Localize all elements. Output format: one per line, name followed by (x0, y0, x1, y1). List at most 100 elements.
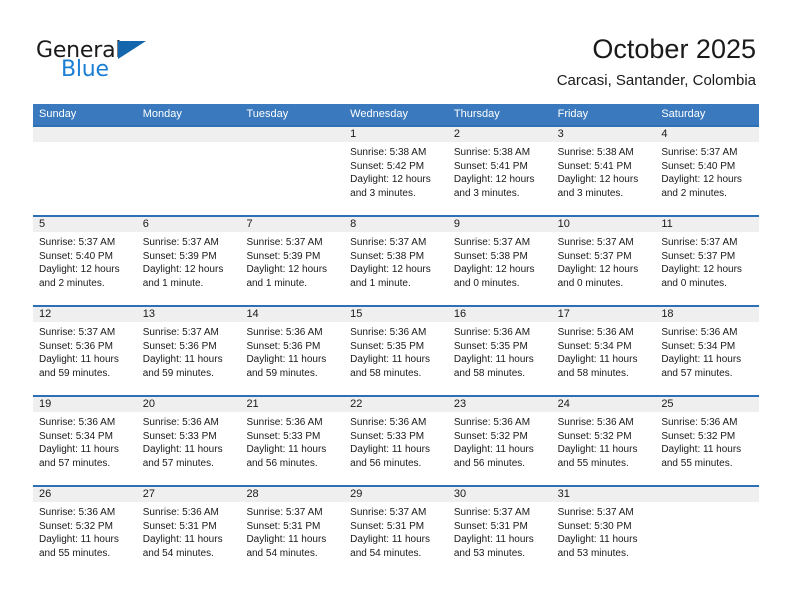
calendar-day-cell[interactable]: 7 Sunrise: 5:37 AM Sunset: 5:39 PM Daylight… (240, 217, 345, 305)
daylight-text-line1: Daylight: 12 hours (142, 264, 224, 276)
sunset-text: Sunset: 5:32 PM (661, 430, 736, 442)
calendar-day-cell[interactable]: 29 Sunrise: 5:37 AM Sunset: 5:31 PM Dayligh… (344, 487, 448, 575)
day-info: Sunrise: 5:36 AM Sunset: 5:33 PM Daylight:… (240, 412, 344, 470)
day-number: 13 (136, 307, 241, 322)
calendar-day-cell[interactable]: 27 Sunrise: 5:36 AM Sunset: 5:31 PM Dayligh… (136, 487, 241, 575)
calendar-day-cell[interactable]: 9 Sunrise: 5:37 AM Sunset: 5:38 PM Daylight… (447, 217, 552, 305)
calendar-day-cell[interactable]: 3 Sunrise: 5:38 AM Sunset: 5:41 PM Daylight… (551, 127, 656, 215)
calendar-day-cell[interactable]: 10 Sunrise: 5:37 AM Sunset: 5:37 PM Dayligh… (551, 217, 656, 305)
calendar-day-cell[interactable]: 20 Sunrise: 5:36 AM Sunset: 5:33 PM Dayligh… (136, 397, 241, 485)
sunrise-text: Sunrise: 5:37 AM (39, 327, 116, 338)
calendar-day-cell[interactable] (240, 127, 345, 215)
daylight-text-line1: Daylight: 11 hours (557, 444, 638, 456)
calendar-week-row: 12 Sunrise: 5:37 AM Sunset: 5:36 PM Dayligh… (33, 305, 760, 395)
day-number: 24 (551, 397, 656, 412)
daylight-text-line2: and 54 minutes. (246, 547, 318, 559)
calendar-day-cell[interactable] (33, 127, 137, 215)
calendar-week-row: 1 Sunrise: 5:38 AM Sunset: 5:42 PM Daylight… (33, 125, 760, 215)
sunrise-text: Sunrise: 5:37 AM (246, 507, 323, 518)
daylight-text-line1: Daylight: 11 hours (453, 444, 534, 456)
logo-triangle-icon (118, 41, 146, 59)
day-number (33, 127, 137, 142)
calendar-day-cell[interactable]: 23 Sunrise: 5:36 AM Sunset: 5:32 PM Dayligh… (447, 397, 552, 485)
daylight-text-line2: and 3 minutes. (453, 187, 520, 199)
sunset-text: Sunset: 5:33 PM (246, 430, 321, 442)
calendar-day-cell[interactable]: 17 Sunrise: 5:36 AM Sunset: 5:34 PM Dayligh… (551, 307, 656, 395)
sunrise-text: Sunrise: 5:36 AM (39, 417, 116, 428)
daylight-text-line1: Daylight: 11 hours (39, 534, 119, 546)
day-info: Sunrise: 5:37 AM Sunset: 5:36 PM Daylight:… (33, 322, 137, 380)
calendar-day-cell[interactable]: 16 Sunrise: 5:36 AM Sunset: 5:35 PM Dayligh… (447, 307, 552, 395)
daylight-text-line1: Daylight: 11 hours (350, 444, 431, 456)
daylight-text-line2: and 57 minutes. (142, 457, 214, 469)
sunset-text: Sunset: 5:40 PM (661, 160, 736, 172)
day-number: 27 (136, 487, 241, 502)
calendar-day-cell[interactable]: 12 Sunrise: 5:37 AM Sunset: 5:36 PM Dayligh… (33, 307, 137, 395)
title-block: October 2025 Carcasi, Santander, Colombi… (557, 33, 756, 91)
sunset-text: Sunset: 5:34 PM (39, 430, 113, 442)
day-info: Sunrise: 5:36 AM Sunset: 5:34 PM Daylight:… (655, 322, 759, 380)
daylight-text-line1: Daylight: 11 hours (453, 534, 534, 546)
sunrise-text: Sunrise: 5:36 AM (557, 417, 634, 428)
daylight-text-line2: and 1 minute. (142, 277, 204, 289)
calendar-day-cell[interactable]: 22 Sunrise: 5:36 AM Sunset: 5:33 PM Dayligh… (344, 397, 448, 485)
calendar-day-cell[interactable]: 19 Sunrise: 5:36 AM Sunset: 5:34 PM Dayligh… (33, 397, 137, 485)
calendar-day-cell[interactable]: 11 Sunrise: 5:37 AM Sunset: 5:37 PM Dayligh… (655, 217, 760, 305)
sunset-text: Sunset: 5:38 PM (453, 250, 528, 262)
daylight-text-line2: and 2 minutes. (661, 187, 727, 199)
calendar-week-row: 5 Sunrise: 5:37 AM Sunset: 5:40 PM Daylight… (33, 215, 760, 305)
calendar-day-cell[interactable]: 15 Sunrise: 5:36 AM Sunset: 5:35 PM Dayligh… (344, 307, 448, 395)
daylight-text-line1: Daylight: 12 hours (453, 174, 535, 186)
day-info: Sunrise: 5:36 AM Sunset: 5:36 PM Daylight:… (240, 322, 344, 380)
daylight-text-line2: and 1 minute. (350, 277, 411, 289)
daylight-text-line1: Daylight: 11 hours (246, 354, 327, 366)
calendar-day-cell[interactable]: 2 Sunrise: 5:38 AM Sunset: 5:41 PM Daylight… (447, 127, 552, 215)
sunrise-text: Sunrise: 5:37 AM (39, 237, 116, 248)
day-number: 9 (447, 217, 552, 232)
day-number: 20 (136, 397, 241, 412)
calendar-day-cell[interactable]: 31 Sunrise: 5:37 AM Sunset: 5:30 PM Dayligh… (551, 487, 656, 575)
calendar-day-cell[interactable]: 6 Sunrise: 5:37 AM Sunset: 5:39 PM Daylight… (136, 217, 241, 305)
daylight-text-line1: Daylight: 12 hours (453, 264, 535, 276)
calendar-day-cell[interactable]: 18 Sunrise: 5:36 AM Sunset: 5:34 PM Dayligh… (655, 307, 760, 395)
calendar-day-cell[interactable]: 8 Sunrise: 5:37 AM Sunset: 5:38 PM Daylight… (344, 217, 448, 305)
daylight-text-line2: and 59 minutes. (142, 367, 214, 379)
calendar-day-cell[interactable]: 24 Sunrise: 5:36 AM Sunset: 5:32 PM Dayligh… (551, 397, 656, 485)
day-number (655, 487, 760, 502)
daylight-text-line2: and 56 minutes. (453, 457, 526, 469)
daylight-text-line1: Daylight: 11 hours (142, 444, 223, 456)
sunrise-text: Sunrise: 5:37 AM (557, 507, 634, 518)
daylight-text-line1: Daylight: 12 hours (557, 264, 639, 276)
sunset-text: Sunset: 5:30 PM (557, 520, 632, 532)
day-number: 31 (551, 487, 656, 502)
calendar-day-cell[interactable]: 26 Sunrise: 5:36 AM Sunset: 5:32 PM Dayligh… (33, 487, 137, 575)
day-info: Sunrise: 5:36 AM Sunset: 5:32 PM Daylight:… (448, 412, 552, 470)
calendar-day-cell[interactable]: 5 Sunrise: 5:37 AM Sunset: 5:40 PM Daylight… (33, 217, 137, 305)
calendar-day-cell[interactable]: 30 Sunrise: 5:37 AM Sunset: 5:31 PM Dayligh… (447, 487, 552, 575)
calendar-day-cell[interactable]: 25 Sunrise: 5:36 AM Sunset: 5:32 PM Dayligh… (655, 397, 760, 485)
daylight-text-line2: and 1 minute. (246, 277, 308, 289)
calendar-day-cell[interactable]: 1 Sunrise: 5:38 AM Sunset: 5:42 PM Daylight… (344, 127, 448, 215)
day-info: Sunrise: 5:36 AM Sunset: 5:32 PM Daylight:… (655, 412, 759, 470)
sunset-text: Sunset: 5:32 PM (557, 430, 632, 442)
sunset-text: Sunset: 5:31 PM (142, 520, 217, 532)
location-subtitle: Carcasi, Santander, Colombia (556, 72, 756, 89)
sunrise-text: Sunrise: 5:37 AM (350, 237, 427, 248)
day-number: 18 (655, 307, 760, 322)
general-blue-logo[interactable]: General Blue (36, 38, 166, 83)
calendar-day-cell[interactable]: 21 Sunrise: 5:36 AM Sunset: 5:33 PM Dayligh… (240, 397, 345, 485)
calendar-day-cell[interactable] (136, 127, 241, 215)
calendar-day-cell[interactable] (655, 487, 760, 575)
daylight-text-line1: Daylight: 11 hours (39, 444, 119, 456)
calendar-day-cell[interactable]: 28 Sunrise: 5:37 AM Sunset: 5:31 PM Dayligh… (240, 487, 345, 575)
calendar-day-cell[interactable]: 4 Sunrise: 5:37 AM Sunset: 5:40 PM Daylight… (655, 127, 760, 215)
sunset-text: Sunset: 5:40 PM (39, 250, 113, 262)
daylight-text-line2: and 53 minutes. (453, 547, 526, 559)
sunset-text: Sunset: 5:32 PM (39, 520, 113, 532)
day-number: 2 (447, 127, 552, 142)
day-info: Sunrise: 5:36 AM Sunset: 5:32 PM Daylight:… (552, 412, 656, 470)
calendar-day-cell[interactable]: 14 Sunrise: 5:36 AM Sunset: 5:36 PM Dayligh… (240, 307, 345, 395)
day-info: Sunrise: 5:37 AM Sunset: 5:31 PM Daylight:… (448, 502, 552, 560)
calendar-day-cell[interactable]: 13 Sunrise: 5:37 AM Sunset: 5:36 PM Dayligh… (136, 307, 241, 395)
weekday-header-sunday: Sunday (39, 108, 77, 120)
